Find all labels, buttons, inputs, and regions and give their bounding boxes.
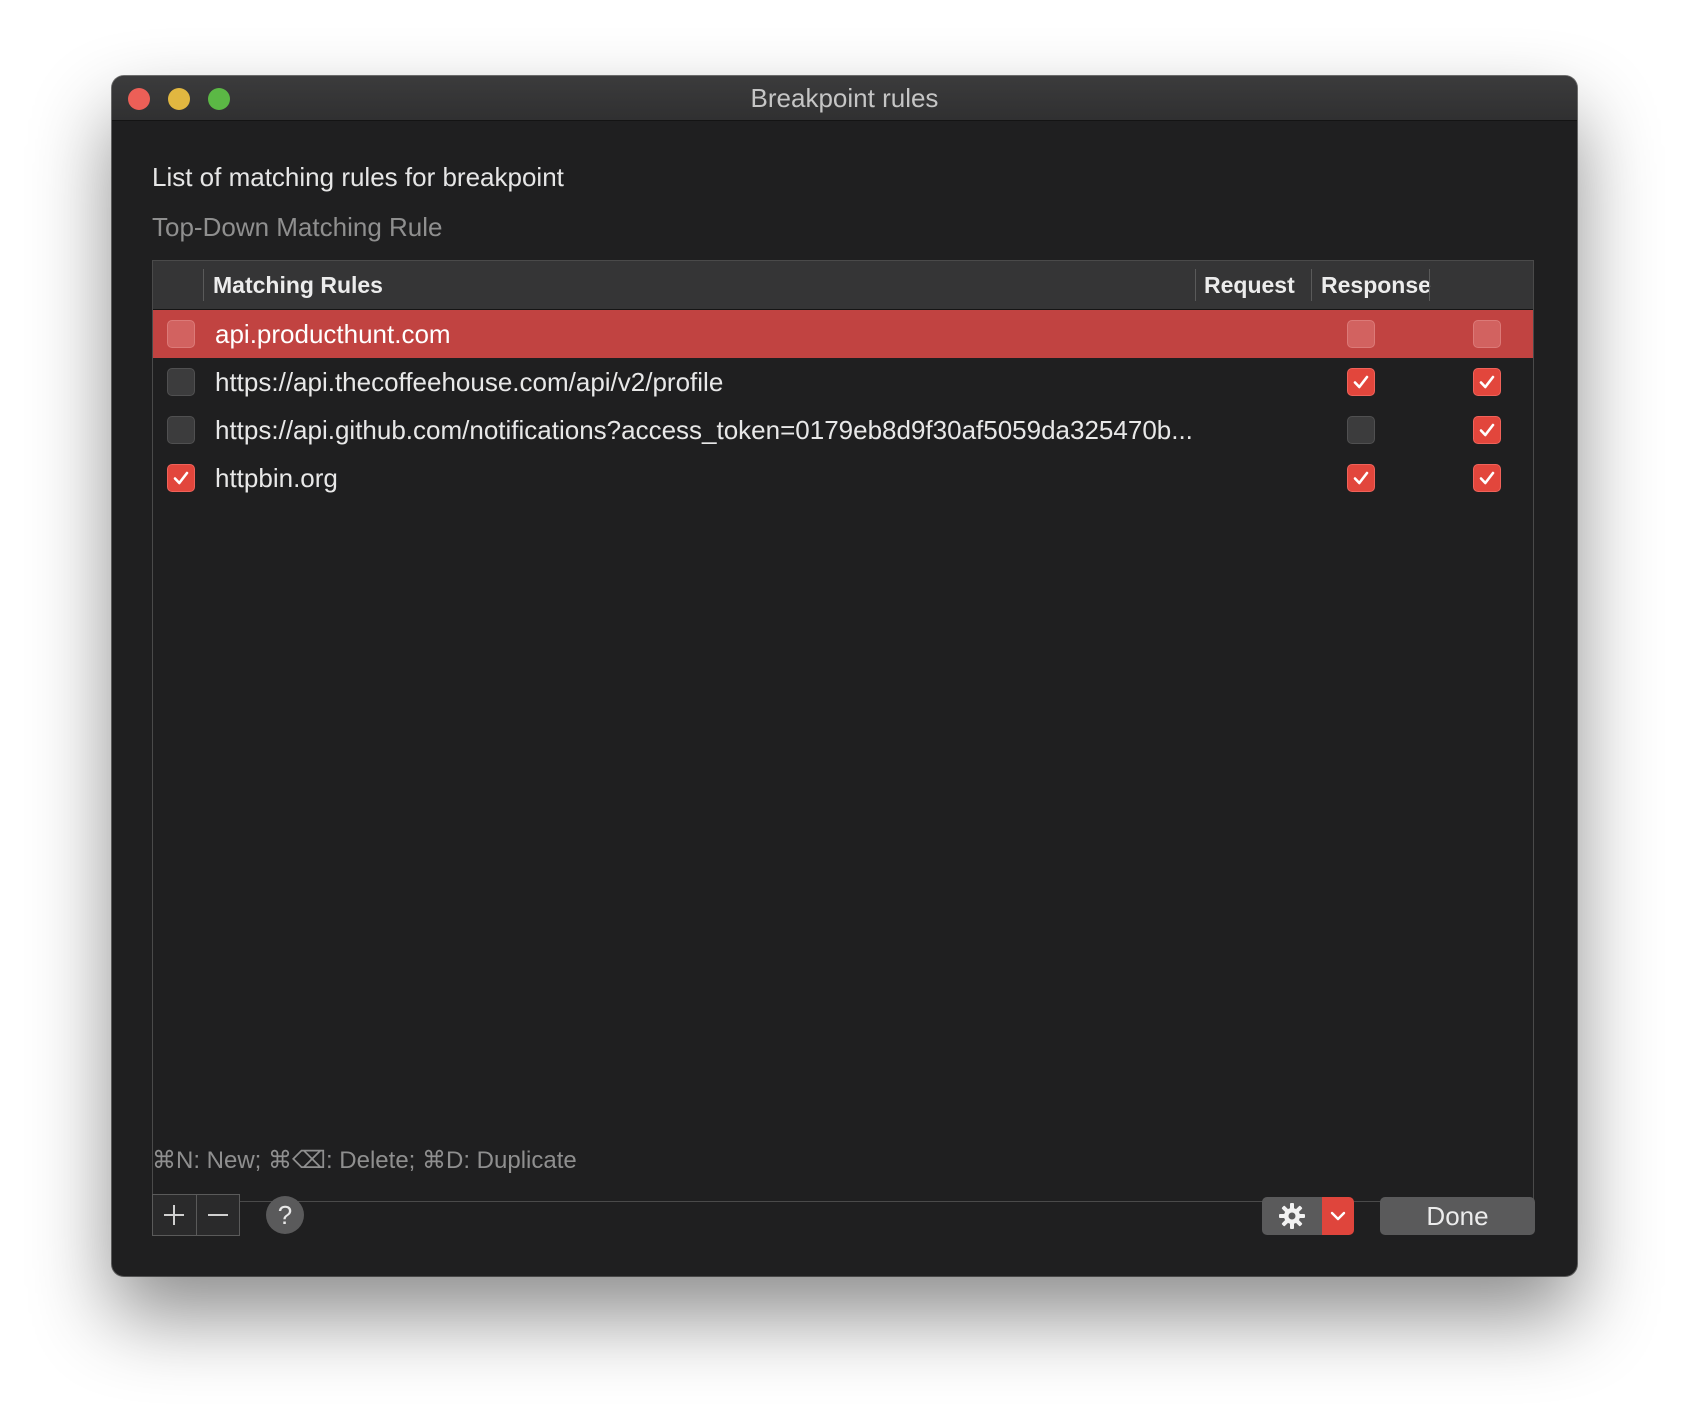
column-header-request[interactable]: Request [1204,261,1295,309]
rule-url-label: https://api.github.com/notifications?acc… [215,415,1193,445]
response-breakpoint-checkbox[interactable] [1473,416,1501,444]
table-header: Matching Rules Request Response [153,261,1533,310]
request-breakpoint-checkbox[interactable] [1347,464,1375,492]
gear-icon [1279,1203,1305,1229]
rule-url-label: api.producthunt.com [215,319,451,349]
column-separator [203,269,204,301]
request-breakpoint-checkbox[interactable] [1347,416,1375,444]
rule-enabled-checkbox[interactable] [167,320,195,348]
done-button[interactable]: Done [1380,1197,1535,1235]
response-breakpoint-checkbox[interactable] [1473,320,1501,348]
request-breakpoint-checkbox[interactable] [1347,320,1375,348]
response-breakpoint-checkbox[interactable] [1473,368,1501,396]
checkmark-icon [1479,423,1495,437]
rule-url-label: httpbin.org [215,463,338,493]
settings-dropdown-button[interactable] [1322,1197,1354,1235]
table-row[interactable]: api.producthunt.com [153,310,1533,358]
minus-icon [207,1214,228,1216]
chevron-down-icon [1330,1211,1346,1221]
table-row[interactable]: https://api.thecoffeehouse.com/api/v2/pr… [153,358,1533,406]
keyboard-shortcuts-hint: ⌘N: New; ⌘⌫: Delete; ⌘D: Duplicate [152,1147,577,1174]
rule-enabled-checkbox[interactable] [167,416,195,444]
column-separator [1311,269,1312,301]
table-row[interactable]: https://api.github.com/notifications?acc… [153,406,1533,454]
remove-rule-button[interactable] [195,1195,240,1235]
request-breakpoint-checkbox[interactable] [1347,368,1375,396]
title-bar: Breakpoint rules [112,76,1577,121]
table-row[interactable]: httpbin.org [153,454,1533,502]
matching-mode-label: Top-Down Matching Rule [152,212,443,242]
rules-table: Matching Rules Request Response api.prod… [152,260,1534,1202]
checkmark-icon [1479,471,1495,485]
rule-enabled-checkbox[interactable] [167,464,195,492]
column-separator [1429,269,1430,301]
page-heading: List of matching rules for breakpoint [152,162,564,192]
checkmark-icon [1479,375,1495,389]
checkmark-icon [1353,375,1369,389]
column-separator [1195,269,1196,301]
window-title: Breakpoint rules [750,83,939,113]
rule-enabled-checkbox[interactable] [167,368,195,396]
settings-menu-button[interactable] [1262,1197,1354,1235]
settings-button[interactable] [1262,1197,1322,1235]
add-rule-button[interactable] [153,1195,196,1235]
checkmark-icon [1353,471,1369,485]
help-button[interactable]: ? [266,1196,304,1234]
rule-url-label: https://api.thecoffeehouse.com/api/v2/pr… [215,367,724,397]
plus-icon [164,1205,185,1225]
add-remove-segmented-control [152,1194,240,1236]
column-header-matching-rules[interactable]: Matching Rules [213,261,383,309]
column-header-response[interactable]: Response [1321,261,1431,309]
checkmark-icon [173,471,189,485]
response-breakpoint-checkbox[interactable] [1473,464,1501,492]
breakpoint-rules-window: Breakpoint rules List of matching rules … [112,76,1577,1276]
